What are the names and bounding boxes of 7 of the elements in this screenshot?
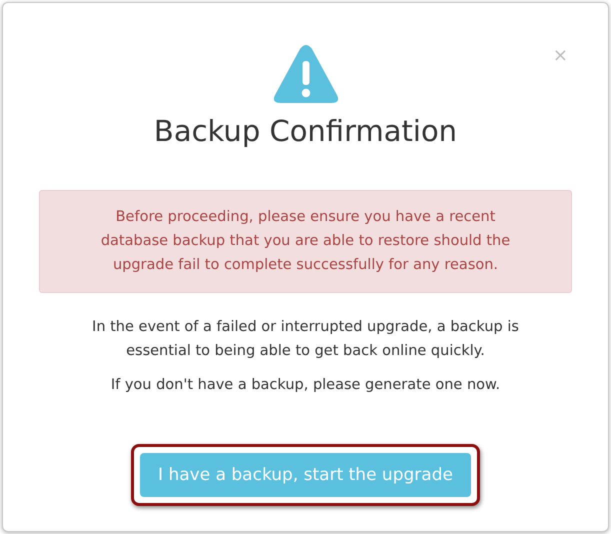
close-button[interactable]: × (552, 47, 568, 65)
info-text: If you don't have a backup, please generate one now. (110, 376, 502, 395)
warning-icon (272, 45, 338, 104)
warning-alert: Before proceeding, please ensure you have a recent database backup that you are able to restore should the upgrade fail to complete successfully for any reason. (39, 190, 572, 293)
start-upgrade-button[interactable]: I have a backup, start the upgrade (140, 453, 471, 497)
dialog-title: Backup Confirmation (154, 114, 458, 148)
info-text: In the event of a failed or interrupted upgrade, a backup is essential to being able to get back online quickly. (91, 318, 520, 361)
